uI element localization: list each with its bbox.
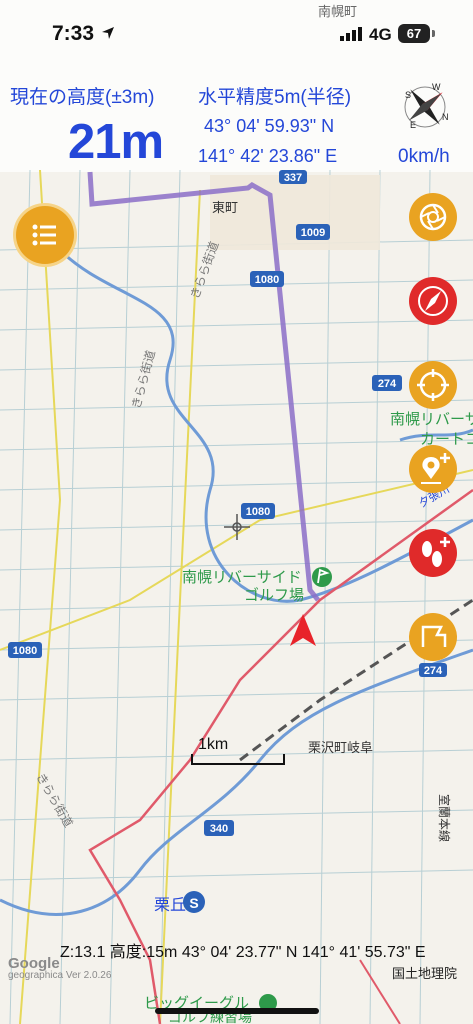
- map-label-golf-2: ゴルフ場: [244, 586, 304, 604]
- scale-label: 1km: [198, 736, 229, 753]
- status-time: 7:33: [52, 22, 95, 45]
- compass-mode-button[interactable]: [409, 277, 457, 325]
- route-button[interactable]: [409, 613, 457, 661]
- longitude-value: 141° 42' 23.86" E: [198, 146, 338, 166]
- svg-text:340: 340: [210, 823, 228, 835]
- route-shield: 1080: [8, 642, 42, 658]
- map-label-kurisawa: 栗沢町岐阜: [308, 740, 373, 755]
- latitude-value: 43° 04' 59.93" N: [204, 116, 335, 136]
- app-version: geographica Ver 2.0.26: [8, 970, 112, 981]
- accuracy-label: 水平精度5m(半径): [198, 87, 352, 108]
- route-shield: 274: [419, 663, 447, 677]
- svg-text:337: 337: [284, 172, 302, 184]
- layers-button[interactable]: [409, 193, 457, 241]
- svg-text:1080: 1080: [13, 645, 37, 657]
- speed-value: 0km/h: [398, 146, 450, 167]
- add-marker-button[interactable]: [409, 445, 457, 493]
- altitude-value: 21m: [68, 115, 164, 169]
- map-label-rail: 室蘭本線: [437, 794, 452, 842]
- route-shield: 1080: [250, 271, 284, 287]
- route-shield: 337: [279, 170, 307, 184]
- svg-text:1009: 1009: [301, 227, 325, 239]
- status-bar: 7:33 4G 67: [0, 0, 473, 70]
- svg-text:N: N: [442, 112, 449, 122]
- route-shield: 1009: [296, 224, 330, 240]
- current-position-arrow-icon: [290, 614, 316, 646]
- route-shield: 340: [204, 820, 234, 836]
- svg-text:274: 274: [378, 378, 397, 390]
- battery-icon: 67: [398, 24, 430, 43]
- compass-needle-icon: [418, 286, 448, 316]
- altitude-label: 現在の高度(±3m): [10, 87, 155, 108]
- svg-text:274: 274: [424, 665, 443, 677]
- battery-tip: [432, 30, 435, 37]
- map-label-rivercart: 南幌リバーサ: [390, 411, 473, 428]
- route-flag-icon: [421, 625, 447, 647]
- network-type: 4G: [369, 25, 392, 44]
- map-label-higashi: 東町: [212, 200, 238, 215]
- golf-icon: [312, 567, 332, 587]
- target-icon: [417, 369, 449, 401]
- svg-text:E: E: [410, 120, 416, 130]
- route-shield: 274: [372, 375, 402, 391]
- station-icon: S: [183, 891, 205, 913]
- list-menu-icon: [32, 224, 56, 246]
- signal-icon: [340, 27, 362, 41]
- map-label-kurioka: 栗丘: [154, 896, 186, 914]
- map-label-golf: 南幌リバーサイド: [182, 569, 302, 586]
- locate-button[interactable]: [409, 361, 457, 409]
- aperture-icon: [419, 203, 447, 231]
- svg-text:S: S: [189, 895, 198, 911]
- svg-text:W: W: [432, 82, 441, 92]
- location-arrow-icon: [102, 27, 114, 39]
- crosshair-icon: [224, 514, 250, 540]
- svg-text:S: S: [405, 90, 411, 100]
- compass-icon[interactable]: S W N E: [396, 78, 454, 136]
- track-record-button[interactable]: [409, 529, 457, 577]
- cursor-coordinates: Z:13.1 高度:15m 43° 04' 23.77" N 141° 41' …: [60, 944, 426, 961]
- footprints-icon: [422, 537, 450, 567]
- add-pin-icon: [421, 453, 450, 484]
- home-indicator[interactable]: [155, 1008, 319, 1014]
- menu-button[interactable]: [16, 206, 74, 264]
- svg-text:1080: 1080: [255, 274, 279, 286]
- google-logo: Google geographica Ver 2.0.26: [8, 955, 111, 981]
- map-attribution: 国土地理院: [392, 966, 458, 981]
